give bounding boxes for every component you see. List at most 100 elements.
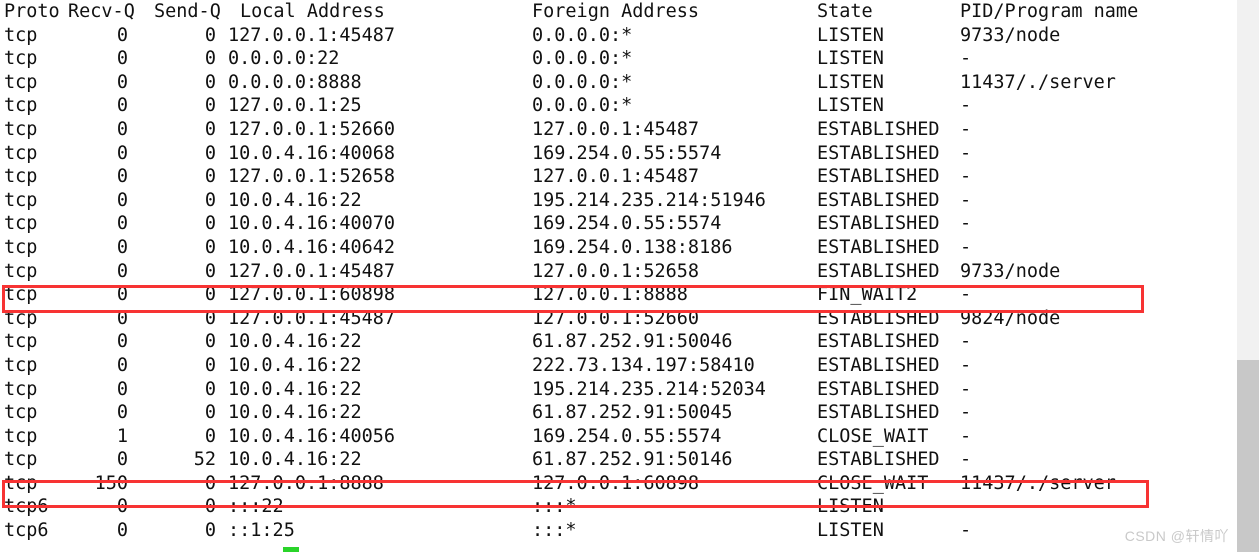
cell-local-address: 127.0.0.1:45487 [228, 260, 396, 282]
cell-local-address: 10.0.4.16:40068 [228, 142, 396, 164]
cell-proto: tcp [4, 48, 38, 70]
table-row: tcp 0 0 127.0.0.1:60898 127.0.0.1:8888 FIN_WA… [0, 283, 1237, 307]
cell-proto: tcp [4, 166, 38, 188]
cell-proto: tcp6 [4, 520, 49, 542]
vertical-scrollbar[interactable] [1237, 0, 1259, 552]
cell-pid-program: - [960, 142, 972, 164]
cell-pid-program: - [960, 425, 972, 447]
cell-foreign-address: 127.0.0.1:60898 [532, 472, 700, 494]
cell-proto: tcp [4, 449, 38, 471]
cell-foreign-address: 0.0.0.0:* [532, 71, 633, 93]
netstat-output[interactable]: Proto Recv-Q Send-Q Local Address Foreig… [0, 0, 1237, 552]
cell-proto: tcp [4, 189, 38, 211]
cell-local-address: 10.0.4.16:22 [228, 449, 362, 471]
table-row: tcp 0 0 10.0.4.16:22 222.73.134.197:58410 EST… [0, 354, 1237, 378]
cell-recvq: 0 [116, 142, 128, 164]
cell-recvq: 0 [116, 354, 128, 376]
cell-sendq: 0 [204, 520, 216, 542]
cell-pid-program: 11437/./server [960, 472, 1116, 494]
cell-recvq: 0 [116, 496, 128, 518]
cell-pid-program: 9733/node [960, 24, 1061, 46]
cell-recvq: 0 [116, 284, 128, 306]
table-row: tcp 0 0 127.0.0.1:45487 0.0.0.0:* LISTEN 9733/… [0, 24, 1237, 48]
cell-state: LISTEN [817, 71, 884, 93]
cell-pid-program: - [960, 118, 972, 140]
terminal-cursor [283, 547, 299, 552]
cell-recvq: 0 [116, 24, 128, 46]
cell-pid-program: - [960, 449, 972, 471]
cell-sendq: 0 [204, 331, 216, 353]
cell-local-address: 10.0.4.16:22 [228, 378, 362, 400]
cell-pid-program: 9824/node [960, 307, 1061, 329]
table-row: tcp 0 0 10.0.4.16:22 195.214.235.214:51946 ES… [0, 189, 1237, 213]
cell-sendq: 0 [204, 496, 216, 518]
cell-recvq: 0 [116, 189, 128, 211]
cell-recvq: 0 [116, 95, 128, 117]
cell-proto: tcp [4, 307, 38, 329]
cell-state: LISTEN [817, 95, 884, 117]
cell-local-address: 0.0.0.0:8888 [228, 71, 362, 93]
cell-pid-program: - [960, 48, 972, 70]
cell-local-address: 10.0.4.16:40056 [228, 425, 396, 447]
cell-foreign-address: :::* [532, 496, 577, 518]
cell-proto: tcp [4, 331, 38, 353]
cell-foreign-address: 169.254.0.138:8186 [532, 236, 733, 258]
table-row: tcp 0 0 10.0.4.16:40070 169.254.0.55:5574 EST… [0, 212, 1237, 236]
cell-foreign-address: :::* [532, 520, 577, 542]
cell-recvq: 0 [116, 449, 128, 471]
cell-sendq: 0 [204, 142, 216, 164]
cell-recvq: 0 [116, 520, 128, 542]
cell-foreign-address: 169.254.0.55:5574 [532, 213, 722, 235]
table-row: tcp 0 52 10.0.4.16:22 61.87.252.91:50146 ESTA… [0, 448, 1237, 472]
column-header-local: Local Address [240, 1, 385, 22]
cell-sendq: 0 [204, 48, 216, 70]
cell-proto: tcp [4, 71, 38, 93]
cell-sendq: 0 [204, 402, 216, 424]
cell-recvq: 0 [116, 48, 128, 70]
cell-recvq: 0 [116, 71, 128, 93]
table-row: tcp 0 0 127.0.0.1:52658 127.0.0.1:45487 ESTAB… [0, 165, 1237, 189]
cell-pid-program: - [960, 189, 972, 211]
cell-local-address: 127.0.0.1:25 [228, 95, 362, 117]
column-header-foreign: Foreign Address [532, 1, 700, 22]
cell-state: ESTABLISHED [817, 166, 940, 188]
cell-pid-program: - [960, 402, 972, 424]
cell-proto: tcp [4, 425, 38, 447]
cell-sendq: 0 [204, 425, 216, 447]
cell-local-address: 127.0.0.1:52660 [228, 118, 396, 140]
column-header-pid: PID/Program name [960, 1, 1139, 22]
cell-proto: tcp [4, 236, 38, 258]
cell-sendq: 0 [204, 236, 216, 258]
cell-state: ESTABLISHED [817, 118, 940, 140]
cell-recvq: 0 [116, 118, 128, 140]
cell-local-address: 127.0.0.1:8888 [228, 472, 384, 494]
table-row: tcp 0 0 127.0.0.1:25 0.0.0.0:* LISTEN - [0, 94, 1237, 118]
csdn-watermark: CSDN @轩情吖 [1124, 528, 1229, 544]
cell-proto: tcp [4, 213, 38, 235]
column-header-proto: Proto [4, 1, 60, 22]
cell-sendq: 0 [204, 24, 216, 46]
cell-state: LISTEN [817, 48, 884, 70]
cell-sendq: 0 [204, 284, 216, 306]
cell-local-address: 10.0.4.16:22 [228, 354, 362, 376]
cell-local-address: 10.0.4.16:22 [228, 402, 362, 424]
cell-state: LISTEN [817, 24, 884, 46]
cell-proto: tcp [4, 402, 38, 424]
cell-pid-program: - [960, 236, 972, 258]
cell-recvq: 0 [116, 402, 128, 424]
cell-proto: tcp [4, 260, 38, 282]
cell-foreign-address: 195.214.235.214:52034 [532, 378, 766, 400]
cell-pid-program: - [960, 166, 972, 188]
cell-proto: tcp [4, 354, 38, 376]
cell-sendq: 0 [204, 71, 216, 93]
cell-foreign-address: 0.0.0.0:* [532, 24, 633, 46]
cell-local-address: 127.0.0.1:52658 [228, 166, 396, 188]
cell-local-address: 10.0.4.16:40642 [228, 236, 396, 258]
cell-local-address: 127.0.0.1:45487 [228, 307, 396, 329]
cell-state: ESTABLISHED [817, 213, 940, 235]
scrollbar-thumb[interactable] [1237, 360, 1259, 552]
cell-foreign-address: 169.254.0.55:5574 [532, 425, 722, 447]
cell-recvq: 0 [116, 331, 128, 353]
cell-local-address: 127.0.0.1:60898 [228, 284, 396, 306]
table-row: tcp 0 0 10.0.4.16:22 61.87.252.91:50045 ESTAB… [0, 401, 1237, 425]
